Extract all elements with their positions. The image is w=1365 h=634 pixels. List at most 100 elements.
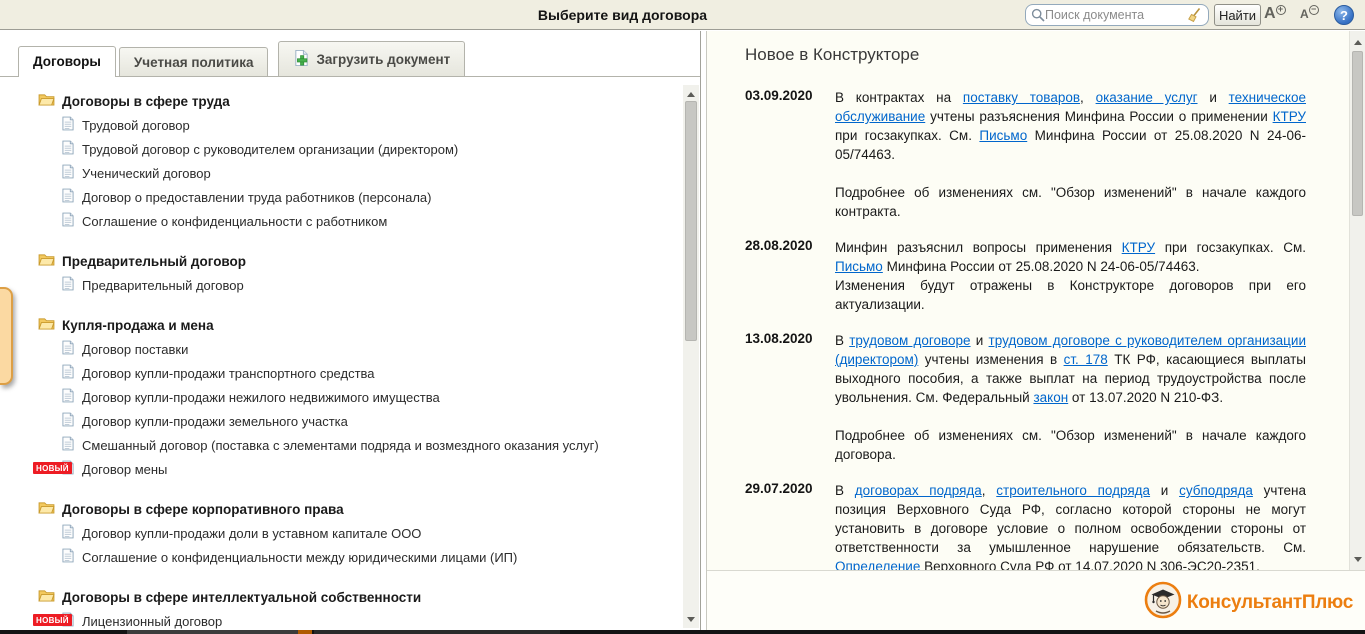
news-link[interactable]: КТРУ	[1273, 109, 1306, 124]
news-paragraph: Подробнее об изменениях см. "Обзор измен…	[835, 183, 1306, 221]
tab-contracts[interactable]: Договоры	[18, 46, 116, 77]
tree-item[interactable]: Договор поставки	[38, 337, 700, 361]
news-link[interactable]: Письмо	[979, 128, 1027, 143]
tree-item-label: Трудовой договор с руководителем организ…	[82, 142, 458, 157]
news-link[interactable]: закон	[1033, 390, 1068, 405]
tree-item[interactable]: Трудовой договор	[38, 113, 700, 137]
folder-icon	[38, 501, 55, 517]
tree-item-label: Договор мены	[82, 462, 167, 477]
news-link[interactable]: поставку товаров	[963, 90, 1080, 105]
news-link[interactable]: оказание услуг	[1096, 90, 1198, 105]
scroll-up-button[interactable]	[1350, 35, 1365, 49]
news-run: В	[835, 333, 849, 348]
tree-item-label: Договор купли-продажи доли в уставном ка…	[82, 526, 421, 541]
left-scrollbar[interactable]	[683, 85, 699, 628]
add-document-icon	[293, 49, 310, 70]
top-bar: Выберите вид договора Найти A+ A− ?	[0, 0, 1365, 30]
news-link[interactable]: КТРУ	[1122, 240, 1155, 255]
tree-item[interactable]: Смешанный договор (поставка с элементами…	[38, 433, 700, 457]
tree-item[interactable]: Ученический договор	[38, 161, 700, 185]
news-panel: Новое в Конструкторе 03.09.2020В контрак…	[706, 31, 1365, 630]
tree-item[interactable]: Договор купли-продажи транспортного сред…	[38, 361, 700, 385]
side-panel-handle[interactable]	[0, 287, 13, 385]
news-footer: КонсультантПлюс	[707, 570, 1365, 630]
font-decrease-icon[interactable]: A−	[1300, 5, 1319, 23]
news-date: 28.08.2020	[745, 238, 835, 314]
category-header[interactable]: Договоры в сфере корпоративного права	[38, 497, 700, 521]
tree-item[interactable]: Договор купли-продажи нежилого недвижимо…	[38, 385, 700, 409]
news-link[interactable]: ст. 178	[1064, 352, 1108, 367]
tree-item[interactable]: Соглашение о конфиденциальности между юр…	[38, 545, 700, 569]
right-scrollbar[interactable]	[1349, 31, 1365, 570]
news-run: учтены разъяснения Минфина России о прим…	[925, 109, 1272, 124]
tab-accounting-policy[interactable]: Учетная политика	[119, 47, 269, 76]
broom-icon[interactable]	[1187, 7, 1203, 23]
news-link[interactable]: строительного подряда	[996, 483, 1150, 498]
tree-item-label: Соглашение о конфиденциальности с работн…	[82, 214, 387, 229]
news-run: Верховного Суда РФ от 14.07.2020 N 306-Э…	[920, 559, 1260, 570]
news-link[interactable]: трудовом договоре	[849, 333, 970, 348]
find-button[interactable]: Найти	[1214, 4, 1261, 26]
news-link[interactable]: Письмо	[835, 259, 883, 274]
taskbar-strip	[0, 630, 1365, 634]
tree-item-label: Трудовой договор	[82, 118, 190, 133]
scroll-thumb[interactable]	[685, 101, 697, 341]
category: Договоры в сфере корпоративного права Дог…	[38, 497, 700, 569]
category-header[interactable]: Договоры в сфере интеллектуальной собств…	[38, 585, 700, 609]
tree-item[interactable]: Договор купли-продажи земельного участка	[38, 409, 700, 433]
category: Предварительный договорПредварительный д…	[38, 249, 700, 297]
consultantplus-logo[interactable]: КонсультантПлюс	[1144, 581, 1353, 624]
document-icon	[62, 340, 74, 358]
tree-item-label: Лицензионный договор	[82, 614, 222, 629]
search-input[interactable]	[1045, 8, 1187, 22]
scroll-thumb[interactable]	[1352, 51, 1363, 216]
news-run: В контрактах на	[835, 90, 963, 105]
category-title: Договоры в сфере труда	[62, 94, 230, 109]
category-header[interactable]: Договоры в сфере труда	[38, 89, 700, 113]
news-entry: 03.09.2020В контрактах на поставку товар…	[707, 88, 1348, 221]
tree-item[interactable]: Соглашение о конфиденциальности с работн…	[38, 209, 700, 233]
category: Договоры в сфере интеллектуальной собств…	[38, 585, 700, 629]
news-link[interactable]: договорах подряда	[855, 483, 982, 498]
tree-item[interactable]: Трудовой договор с руководителем организ…	[38, 137, 700, 161]
tab-upload-document[interactable]: Загрузить документ	[278, 41, 465, 76]
tree-item-label: Договор купли-продажи нежилого недвижимо…	[82, 390, 440, 405]
help-icon[interactable]: ?	[1334, 5, 1354, 25]
news-run: и	[1198, 90, 1229, 105]
tree-item-label: Ученический договор	[82, 166, 211, 181]
scroll-down-button[interactable]	[1350, 552, 1365, 566]
category-header[interactable]: Купля-продажа и мена	[38, 313, 700, 337]
taskbar-segment	[298, 630, 312, 634]
search-box[interactable]	[1025, 4, 1209, 26]
news-link[interactable]: субподряда	[1179, 483, 1253, 498]
document-icon	[62, 212, 74, 230]
tree-item[interactable]: Предварительный договор	[38, 273, 700, 297]
category-header[interactable]: Предварительный договор	[38, 249, 700, 273]
document-icon	[62, 140, 74, 158]
news-list: 03.09.2020В контрактах на поставку товар…	[707, 88, 1348, 570]
news-run: ,	[1080, 90, 1096, 105]
document-icon	[62, 364, 74, 382]
tree-item[interactable]: Договор о предоставлении труда работнико…	[38, 185, 700, 209]
news-paragraph: В трудовом договоре и трудовом договоре …	[835, 331, 1306, 407]
scroll-up-button[interactable]	[683, 87, 699, 101]
news-run: от 13.07.2020 N 210-ФЗ.	[1068, 390, 1223, 405]
category-title: Договоры в сфере интеллектуальной собств…	[62, 590, 421, 605]
font-increase-icon[interactable]: A+	[1264, 5, 1286, 23]
new-badge: НОВЫЙ	[33, 614, 72, 626]
news-link[interactable]: Определение	[835, 559, 920, 570]
tree-item[interactable]: НОВЫЙЛицензионный договор	[38, 609, 700, 629]
news-text: В трудовом договоре и трудовом договоре …	[835, 331, 1306, 464]
tree-item[interactable]: Договор купли-продажи доли в уставном ка…	[38, 521, 700, 545]
tab-bar: Договоры Учетная политика Загрузить доку…	[0, 31, 700, 77]
news-run: ,	[982, 483, 997, 498]
tree-item[interactable]: НОВЫЙДоговор мены	[38, 457, 700, 481]
tree-item-label: Договор поставки	[82, 342, 188, 357]
folder-icon	[38, 93, 55, 109]
news-date: 29.07.2020	[745, 481, 835, 570]
news-run: В	[835, 483, 855, 498]
scroll-down-button[interactable]	[683, 612, 699, 626]
taskbar-segment	[127, 630, 305, 634]
news-text: В контрактах на поставку товаров, оказан…	[835, 88, 1306, 221]
consultantplus-logo-icon	[1144, 581, 1182, 624]
